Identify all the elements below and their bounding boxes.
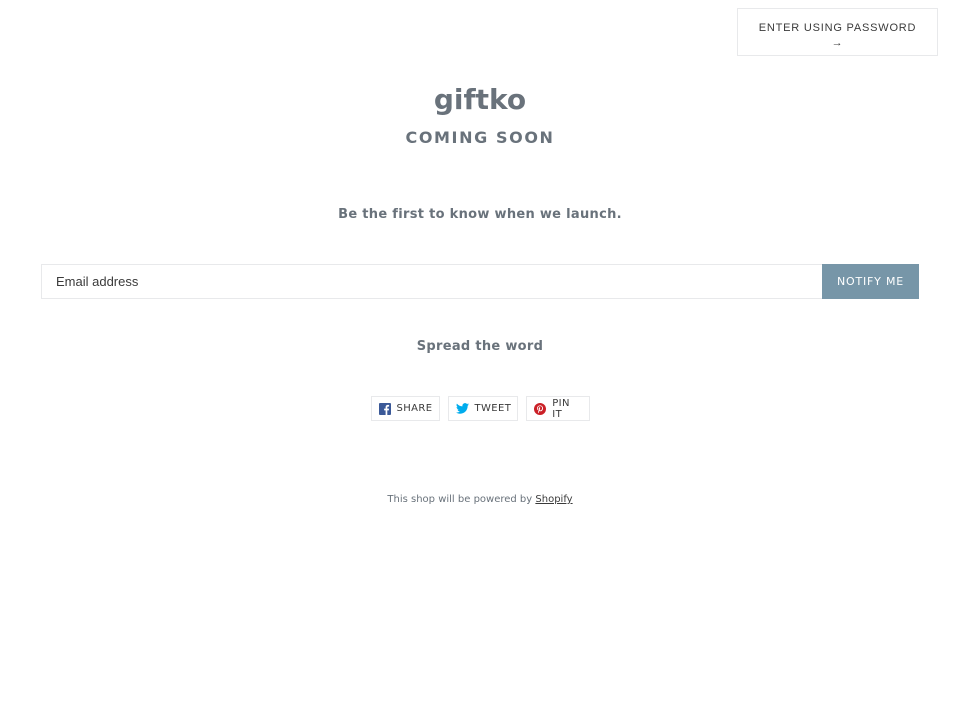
pinterest-icon — [533, 402, 547, 416]
twitter-icon — [455, 402, 469, 416]
arrow-right-icon: → — [831, 37, 844, 49]
email-input[interactable] — [41, 264, 822, 299]
shopify-link[interactable]: Shopify — [535, 494, 572, 505]
coming-soon-heading: COMING SOON — [405, 128, 555, 147]
shop-name: giftko — [433, 83, 527, 116]
launch-tagline: Be the first to know when we launch. — [338, 207, 622, 222]
share-facebook-label: SHARE — [396, 403, 433, 414]
share-twitter-button[interactable]: TWEET — [447, 396, 518, 421]
powered-by-footer: This shop will be powered by Shopify — [0, 494, 960, 505]
share-pinterest-label: PIN IT — [552, 397, 570, 420]
share-facebook-button[interactable]: SHARE — [370, 396, 440, 421]
enter-password-button[interactable]: ENTER USING PASSWORD → — [737, 8, 938, 56]
spread-the-word-heading: Spread the word — [416, 339, 544, 354]
share-pinterest-button[interactable]: PIN IT — [525, 396, 590, 421]
newsletter-form: NOTIFY ME — [41, 264, 919, 299]
share-twitter-label: TWEET — [474, 403, 512, 414]
facebook-icon — [378, 402, 391, 416]
enter-password-label: ENTER USING PASSWORD — [758, 22, 917, 34]
social-share-buttons: SHARE TWEET PIN IT — [0, 396, 960, 421]
notify-me-button[interactable]: NOTIFY ME — [822, 264, 919, 299]
password-page: ENTER USING PASSWORD → giftko COMING SOO… — [0, 0, 960, 720]
powered-by-text: This shop will be powered by — [387, 494, 533, 505]
